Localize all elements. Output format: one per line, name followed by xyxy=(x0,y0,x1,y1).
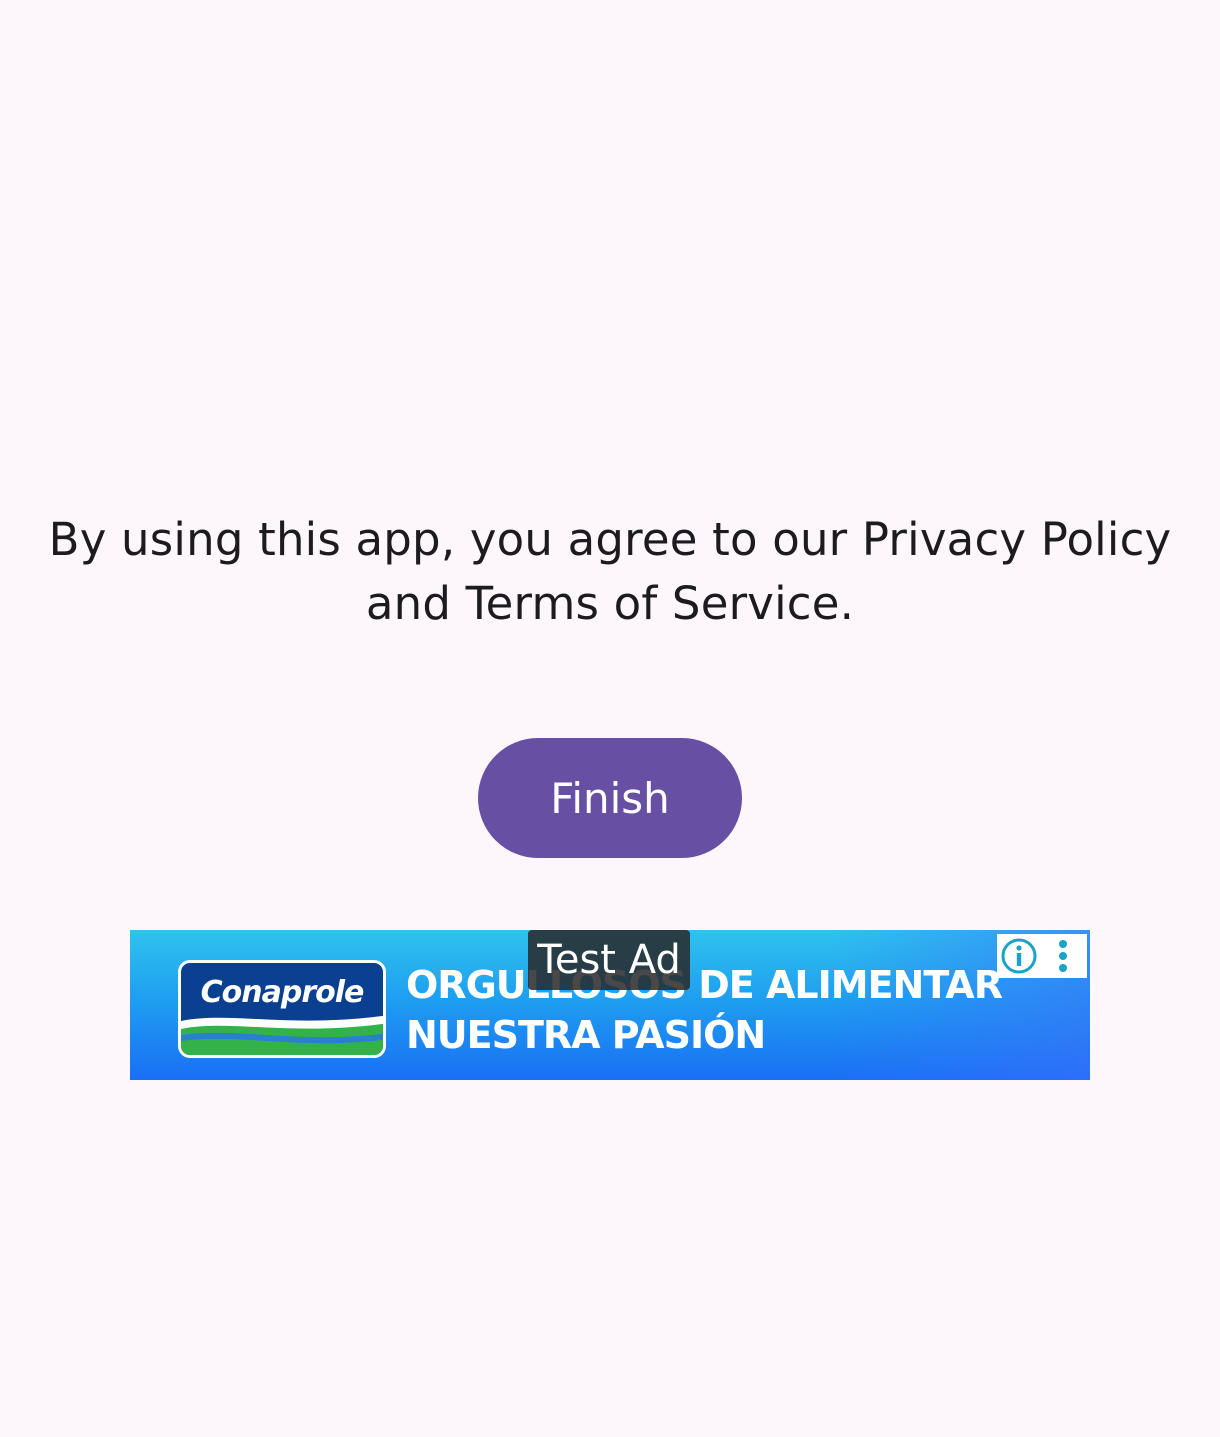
ad-choices[interactable] xyxy=(997,934,1087,978)
more-vert-icon[interactable] xyxy=(1041,934,1085,978)
brand-logo-text: Conaprole xyxy=(200,975,365,1010)
ad-headline-line-2: NUESTRA PASIÓN xyxy=(406,1013,766,1057)
brand-logo: Conaprole xyxy=(178,960,386,1058)
test-ad-badge: Test Ad xyxy=(528,930,690,990)
finish-button[interactable]: Finish xyxy=(478,738,742,858)
agreement-text: By using this app, you agree to our Priv… xyxy=(48,513,1172,630)
ad-headline: ORGULLOSOS DE ALIMENTAR NUESTRA PASIÓN xyxy=(406,960,1003,1060)
ad-headline-line-1: ORGULLOSOS DE ALIMENTAR xyxy=(406,963,1003,1007)
info-icon[interactable] xyxy=(997,934,1041,978)
